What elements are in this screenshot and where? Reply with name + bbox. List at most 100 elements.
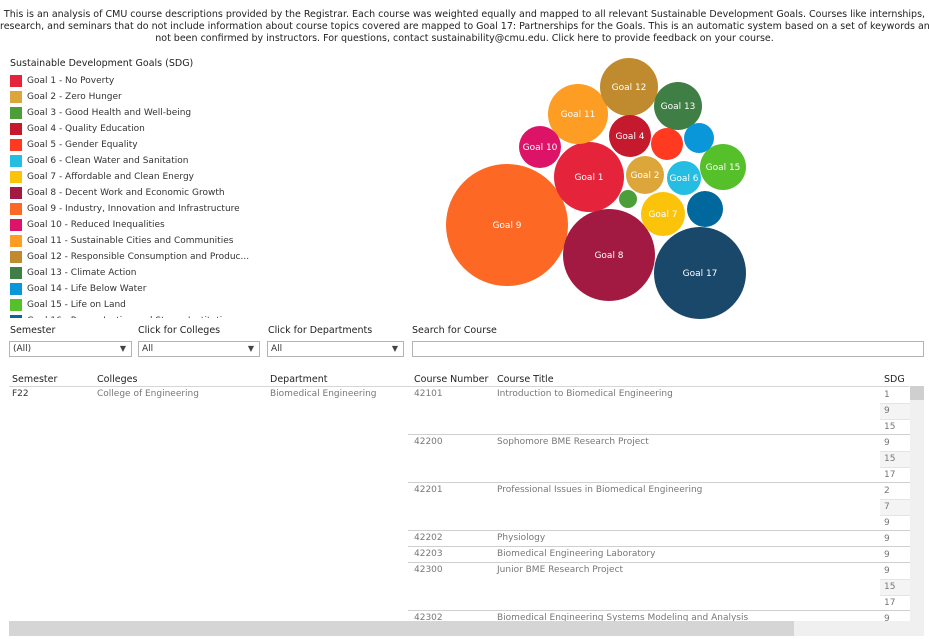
bubble[interactable] (651, 128, 683, 160)
bubble[interactable] (684, 123, 714, 153)
legend-swatch (10, 235, 22, 247)
semester-dropdown[interactable]: (All) ▼ (9, 341, 132, 357)
intro-line[interactable]: not been confirmed by instructors. For q… (0, 33, 929, 45)
legend-item[interactable]: Goal 14 - Life Below Water (10, 281, 260, 297)
horizontal-scrollbar-thumb[interactable] (9, 621, 794, 636)
legend-item[interactable]: Goal 8 - Decent Work and Economic Growth (10, 185, 260, 201)
cell-course-title: Biomedical Engineering Laboratory (497, 549, 656, 559)
cell-course-title: Junior BME Research Project (497, 565, 624, 575)
departments-filter-label: Click for Departments (268, 325, 373, 336)
header-sdg[interactable]: SDG (884, 374, 905, 385)
bubble-label: Goal 12 (612, 83, 647, 93)
row-divider (408, 530, 910, 531)
cell-department: Biomedical Engineering (270, 389, 377, 399)
search-course-field[interactable] (412, 341, 929, 362)
legend-item[interactable]: Goal 2 - Zero Hunger (10, 89, 260, 105)
legend-swatch (10, 155, 22, 167)
vertical-scrollbar[interactable] (910, 386, 924, 636)
cell-course-number: 42201 (414, 485, 443, 495)
legend-item[interactable]: Goal 15 - Life on Land (10, 297, 260, 313)
legend-swatch (10, 315, 22, 318)
legend-label: Goal 6 - Clean Water and Sanitation (27, 156, 189, 166)
cell-course-number: 42300 (414, 565, 443, 575)
departments-dropdown[interactable]: All ▼ (267, 341, 404, 357)
bubble[interactable] (619, 190, 637, 208)
cell-sdg: 15 (880, 579, 910, 595)
row-divider (408, 562, 910, 563)
legend-label: Goal 12 - Responsible Consumption and Pr… (27, 252, 250, 262)
legend-items: Goal 1 - No Poverty Goal 2 - Zero Hunger G… (10, 73, 260, 318)
sdg-divider (880, 515, 910, 516)
cell-course-number: 42203 (414, 549, 443, 559)
colleges-dropdown[interactable]: All ▼ (138, 341, 260, 357)
legend-label: Goal 13 - Climate Action (27, 268, 137, 278)
legend-item[interactable]: Goal 6 - Clean Water and Sanitation (10, 153, 260, 169)
header-colleges[interactable]: Colleges (97, 374, 137, 385)
legend-item[interactable]: Goal 4 - Quality Education (10, 121, 260, 137)
header-course-title[interactable]: Course Title (497, 374, 554, 385)
bubble-label: Goal 8 (594, 251, 623, 261)
header-semester[interactable]: Semester (12, 374, 57, 385)
cell-sdg: 17 (880, 467, 910, 483)
legend-item[interactable]: Goal 3 - Good Health and Well-being (10, 105, 260, 121)
cell-course-title: Professional Issues in Biomedical Engine… (497, 485, 703, 495)
header-department[interactable]: Department (270, 374, 328, 385)
legend-swatch (10, 139, 22, 151)
legend-label: Goal 15 - Life on Land (27, 300, 126, 310)
legend-item[interactable]: Goal 7 - Affordable and Clean Energy (10, 169, 260, 185)
legend-item[interactable]: Goal 13 - Climate Action (10, 265, 260, 281)
legend-item[interactable]: Goal 9 - Industry, Innovation and Infras… (10, 201, 260, 217)
legend-label: Goal 8 - Decent Work and Economic Growth (27, 188, 225, 198)
legend-item[interactable]: Goal 12 - Responsible Consumption and Pr… (10, 249, 260, 265)
semester-filter-label: Semester (10, 325, 56, 336)
cell-sdg: 9 (880, 403, 910, 419)
cell-sdg: 2 (880, 483, 910, 499)
bubble-svg: Goal 9 Goal 8 Goal 17 Goal 1 Goal 11 Goal 12 G… (446, 58, 746, 319)
legend-item[interactable]: Goal 1 - No Poverty (10, 73, 260, 89)
vertical-scrollbar-thumb[interactable] (910, 386, 924, 400)
cell-sdg: 9 (880, 547, 910, 563)
bubble-label: Goal 17 (683, 269, 718, 279)
sdg-divider (880, 579, 910, 580)
cell-course-title: Introduction to Biomedical Engineering (497, 389, 673, 399)
chevron-down-icon: ▼ (119, 344, 126, 353)
intro-line: This is an analysis of CMU course descri… (3, 9, 926, 20)
row-divider (408, 610, 910, 611)
cell-course-number: 42101 (414, 389, 443, 399)
cell-sdg: 9 (880, 515, 910, 531)
bubble-label: Goal 6 (669, 174, 698, 184)
row-divider (408, 546, 910, 547)
legend-label: Goal 4 - Quality Education (27, 124, 145, 134)
cell-sdg: 7 (880, 499, 910, 515)
legend-item[interactable]: Goal 10 - Reduced Inequalities (10, 217, 260, 233)
sdg-divider (880, 451, 910, 452)
bubble-label: Goal 2 (630, 171, 659, 181)
sdg-divider (880, 403, 910, 404)
bubble[interactable] (687, 191, 723, 227)
legend-title: Sustainable Development Goals (SDG) (10, 58, 194, 69)
legend-label: Goal 14 - Life Below Water (27, 284, 147, 294)
cell-course-title: Sophomore BME Research Project (497, 437, 649, 447)
colleges-filter-label: Click for Colleges (138, 325, 221, 336)
legend-label: Goal 5 - Gender Equality (27, 140, 138, 150)
legend-item[interactable]: Goal 5 - Gender Equality (10, 137, 260, 153)
cell-sdg: 17 (880, 595, 910, 611)
departments-dropdown-value: All (271, 344, 283, 354)
intro-text: This is an analysis of CMU course descri… (0, 9, 929, 45)
legend-item[interactable]: Goal 11 - Sustainable Cities and Communi… (10, 233, 260, 249)
search-course-input[interactable] (413, 348, 929, 362)
cell-course-number: 42200 (414, 437, 443, 447)
row-divider (408, 482, 910, 483)
bubble-label: Goal 4 (615, 132, 644, 142)
cell-sdg: 1 (880, 387, 910, 403)
legend-item[interactable]: Goal 16 - Peace, Justice and Strong Inst… (10, 313, 260, 318)
chevron-down-icon: ▼ (247, 344, 254, 353)
legend-label: Goal 3 - Good Health and Well-being (27, 108, 192, 118)
sdg-divider (880, 499, 910, 500)
legend-swatch (10, 91, 22, 103)
bubble-label: Goal 10 (523, 143, 558, 153)
header-course-number[interactable]: Course Number (414, 374, 488, 385)
row-divider (408, 434, 910, 435)
legend-label: Goal 2 - Zero Hunger (27, 92, 122, 102)
bubble-chart: Goal 9 Goal 8 Goal 17 Goal 1 Goal 11 Goal 12 G… (430, 52, 760, 322)
